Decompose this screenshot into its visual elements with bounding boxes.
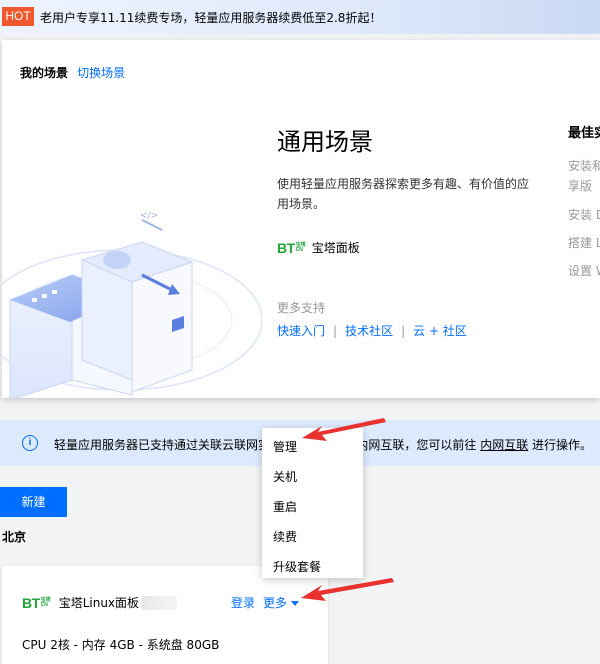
best-practice-item[interactable]: 安装和 — [568, 157, 600, 174]
instance-card: BT 宝塔 CN 宝塔Linux面板 登录 更多 CPU 2核 - 内存 4GB… — [2, 566, 328, 664]
switch-scene-link[interactable]: 切换场景 — [77, 66, 125, 80]
scene-title: 我的场景 — [20, 66, 69, 80]
svg-text:</>: </> — [140, 211, 158, 221]
promo-text[interactable]: 老用户专享11.11续费专场，轻量应用服务器续费低至2.8折起！ — [40, 9, 381, 26]
divider: | — [333, 324, 338, 338]
bt-logo-sub-bottom: CN — [40, 601, 48, 608]
quick-start-link[interactable]: 快速入门 — [277, 324, 325, 338]
cloud-community-link[interactable]: 云 + 社区 — [413, 324, 467, 338]
best-practice-title: 最佳实 — [568, 126, 600, 141]
instance-title: BT 宝塔 CN 宝塔Linux面板 — [22, 594, 178, 611]
new-instance-button[interactable]: 新建 — [0, 487, 67, 517]
menu-item-manage[interactable]: 管理 — [273, 438, 297, 455]
chevron-down-icon — [291, 601, 300, 606]
general-scene-title: 通用场景 — [277, 128, 373, 156]
server-illustration: </> — [2, 211, 262, 398]
instance-spec: CPU 2核 - 内存 4GB - 系统盘 80GB — [22, 638, 220, 652]
instance-name[interactable]: 宝塔Linux面板 — [59, 594, 139, 611]
menu-item-restart[interactable]: 重启 — [273, 498, 297, 515]
bt-logo-sub: 宝塔 CN — [295, 242, 306, 253]
more-dropdown-menu: 管理 关机 重启 续费 升级套餐 — [262, 428, 363, 578]
best-practice-item[interactable]: 设置 W — [568, 262, 600, 279]
bt-logo-icon: BT — [22, 594, 40, 611]
best-practice-item[interactable]: 搭建 L — [568, 234, 600, 251]
hot-badge: HOT — [2, 7, 34, 26]
bt-logo-sub-bottom: CN — [295, 246, 303, 253]
region-label: 北京 — [2, 530, 27, 544]
bt-panel-name: 宝塔面板 — [311, 241, 360, 255]
menu-item-renew[interactable]: 续费 — [273, 528, 297, 545]
best-practice-item[interactable]: 安装 D — [568, 206, 600, 223]
more-support-label: 更多支持 — [277, 301, 326, 315]
general-scene-desc: 使用轻量应用服务器探索更多有趣、有价值的应用场景。 — [277, 177, 530, 211]
menu-item-shutdown[interactable]: 关机 — [273, 468, 297, 485]
info-text-middle: M内网互联，您可以前往 — [346, 438, 477, 452]
bt-panel-item[interactable]: BT 宝塔 CN 宝塔面板 — [277, 239, 360, 256]
menu-item-upgrade[interactable]: 升级套餐 — [273, 558, 321, 575]
info-text-after: 进行操作。 — [532, 438, 593, 452]
divider: | — [401, 324, 406, 338]
promo-banner[interactable]: HOT 老用户专享11.11续费专场，轻量应用服务器续费低至2.8折起！ — [0, 0, 600, 34]
info-text-before: 轻量应用服务器已支持通过关联云联网实 — [54, 438, 271, 452]
tech-community-link[interactable]: 技术社区 — [345, 324, 393, 338]
best-practice-item[interactable]: 享版 — [568, 177, 592, 194]
intranet-link[interactable]: 内网互联 — [480, 438, 528, 452]
more-button[interactable]: 更多 — [263, 594, 300, 611]
bt-logo-sub: 宝塔 CN — [40, 597, 51, 608]
login-button[interactable]: 登录 — [231, 594, 255, 611]
scene-card: 我的场景 切换场景 </> 通用场景 使用轻量应用服务器探索更多有趣、有价值的应… — [2, 40, 600, 398]
redacted-id — [141, 595, 178, 610]
info-icon: i — [22, 435, 38, 451]
scene-header: 我的场景 切换场景 — [20, 62, 125, 81]
support-links: 快速入门 | 技术社区 | 云 + 社区 — [277, 322, 467, 339]
bt-logo-icon: BT — [277, 239, 295, 256]
more-label: 更多 — [263, 596, 288, 610]
